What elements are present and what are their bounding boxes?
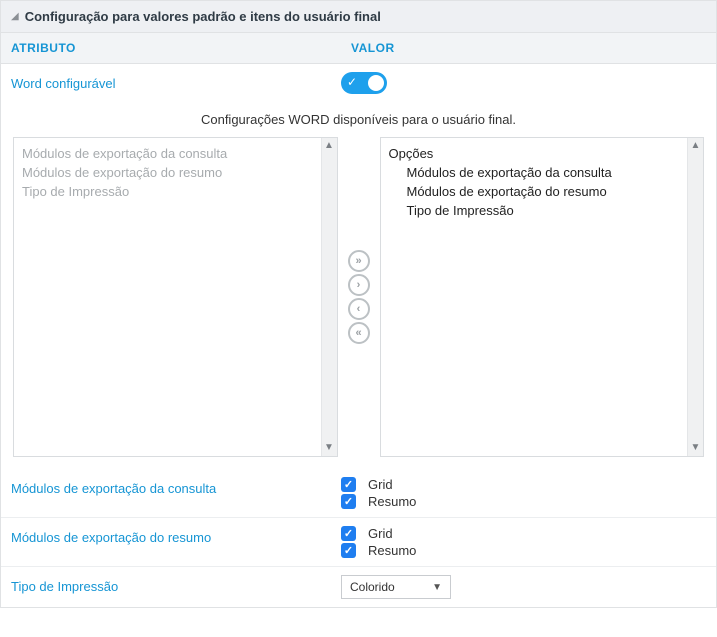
export-resumo-label: Módulos de exportação do resumo <box>11 526 341 545</box>
columns-header: ATRIBUTO VALOR <box>0 32 717 64</box>
section-title: Configuração para valores padrão e itens… <box>25 9 381 24</box>
dual-list: Módulos de exportação da consulta Módulo… <box>1 137 716 469</box>
move-all-left-button[interactable]: « <box>348 322 370 344</box>
checkbox-resumo[interactable]: ✓ <box>341 494 356 509</box>
chevron-down-icon: ▼ <box>432 582 442 593</box>
scrollbar[interactable]: ▲ ▼ <box>321 138 337 456</box>
scroll-up-icon[interactable]: ▲ <box>322 138 337 154</box>
word-config-label: Word configurável <box>11 72 341 91</box>
row-export-resumo: Módulos de exportação do resumo ✓ Grid ✓… <box>1 518 716 567</box>
checkbox-label: Grid <box>368 526 393 541</box>
export-consulta-label: Módulos de exportação da consulta <box>11 477 341 496</box>
scroll-up-icon[interactable]: ▲ <box>688 138 703 154</box>
check-icon: ✓ <box>347 75 357 89</box>
dual-list-caption: Configurações WORD disponíveis para o us… <box>1 102 716 137</box>
move-right-button[interactable]: › <box>348 274 370 296</box>
list-group[interactable]: Opções <box>389 144 680 163</box>
list-item[interactable]: Módulos de exportação do resumo <box>22 163 313 182</box>
row-word-config: Word configurável ✓ <box>1 64 716 102</box>
move-all-right-button[interactable]: » <box>348 250 370 272</box>
column-attribute: ATRIBUTO <box>1 33 341 63</box>
config-body: Word configurável ✓ Configurações WORD d… <box>0 64 717 608</box>
select-value: Colorido <box>350 580 395 594</box>
selected-list-items: Opções Módulos de exportação da consulta… <box>381 138 688 456</box>
list-item[interactable]: Tipo de Impressão <box>389 201 680 220</box>
available-listbox[interactable]: Módulos de exportação da consulta Módulo… <box>13 137 338 457</box>
column-value: VALOR <box>341 33 405 63</box>
list-item[interactable]: Módulos de exportação da consulta <box>389 163 680 182</box>
toggle-knob <box>368 75 384 91</box>
checkbox-grid[interactable]: ✓ <box>341 526 356 541</box>
list-item[interactable]: Módulos de exportação do resumo <box>389 182 680 201</box>
scroll-down-icon[interactable]: ▼ <box>688 440 703 456</box>
scrollbar[interactable]: ▲ ▼ <box>687 138 703 456</box>
print-type-select[interactable]: Colorido ▼ <box>341 575 451 599</box>
print-type-label: Tipo de Impressão <box>11 575 341 594</box>
checkbox-label: Grid <box>368 477 393 492</box>
list-item[interactable]: Módulos de exportação da consulta <box>22 144 313 163</box>
checkbox-grid[interactable]: ✓ <box>341 477 356 492</box>
selected-listbox[interactable]: Opções Módulos de exportação da consulta… <box>380 137 705 457</box>
checkbox-label: Resumo <box>368 543 416 558</box>
section-header[interactable]: ◢ Configuração para valores padrão e ite… <box>0 0 717 32</box>
transfer-buttons: » › ‹ « <box>344 137 374 457</box>
collapse-triangle-icon: ◢ <box>11 11 19 22</box>
scroll-down-icon[interactable]: ▼ <box>322 440 337 456</box>
list-item[interactable]: Tipo de Impressão <box>22 182 313 201</box>
available-list-items: Módulos de exportação da consulta Módulo… <box>14 138 321 456</box>
checkbox-label: Resumo <box>368 494 416 509</box>
checkbox-resumo[interactable]: ✓ <box>341 543 356 558</box>
row-export-consulta: Módulos de exportação da consulta ✓ Grid… <box>1 469 716 518</box>
move-left-button[interactable]: ‹ <box>348 298 370 320</box>
word-config-toggle[interactable]: ✓ <box>341 72 387 94</box>
row-print-type: Tipo de Impressão Colorido ▼ <box>1 567 716 607</box>
